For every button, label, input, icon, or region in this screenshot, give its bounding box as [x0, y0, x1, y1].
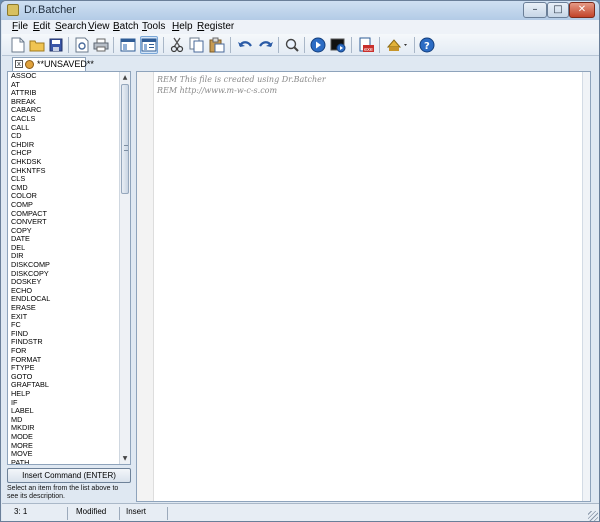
scroll-down-icon[interactable]: ▼ — [120, 453, 130, 464]
minimize-button[interactable]: – — [523, 2, 547, 18]
cursor-position: 3: 1 — [14, 507, 28, 516]
toolbar-separator — [379, 37, 380, 53]
toolbar-separator — [163, 37, 164, 53]
status-bar: 3: 1 Modified Insert — [2, 503, 599, 521]
redo-icon[interactable] — [257, 36, 275, 54]
open-folder-icon[interactable] — [28, 36, 46, 54]
run-icon[interactable] — [309, 36, 327, 54]
scroll-up-icon[interactable]: ▲ — [120, 72, 130, 83]
batch-tools-icon[interactable] — [385, 36, 411, 54]
close-icon[interactable]: x — [15, 60, 23, 68]
insert-command-button[interactable]: Insert Command (ENTER) — [7, 468, 131, 483]
cut-icon[interactable] — [168, 36, 186, 54]
find-icon[interactable] — [283, 36, 301, 54]
command-list-item[interactable]: PATH — [8, 458, 120, 464]
menu-help[interactable]: Help — [172, 21, 193, 32]
resize-grip[interactable] — [588, 511, 598, 521]
toolbar-separator — [68, 37, 69, 53]
toolbar: exe ? — [2, 34, 599, 56]
menu-register[interactable]: Register — [197, 21, 234, 32]
menu-search[interactable]: Search — [55, 21, 87, 32]
code-line[interactable]: REM This file is created using Dr.Batche… — [157, 75, 326, 84]
toolbar-separator — [304, 37, 305, 53]
command-description: Select an item from the list above to se… — [7, 485, 119, 500]
convert-exe-icon[interactable]: exe — [357, 36, 375, 54]
save-icon[interactable] — [47, 36, 65, 54]
menu-batch[interactable]: Batch — [113, 21, 139, 32]
svg-text:?: ? — [424, 41, 430, 52]
print-icon[interactable] — [92, 36, 110, 54]
menu-file[interactable]: File — [12, 21, 28, 32]
command-list-item[interactable]: DEL — [8, 243, 120, 253]
code-editor[interactable]: REM This file is created using Dr.Batche… — [136, 71, 591, 502]
menu-view[interactable]: View — [88, 21, 110, 32]
toolbar-separator — [230, 37, 231, 53]
view-normal-icon[interactable] — [119, 36, 137, 54]
run-console-icon[interactable] — [329, 36, 347, 54]
command-list-item[interactable]: EXIT — [8, 312, 120, 322]
command-list-item[interactable]: CALL — [8, 123, 120, 133]
title-bar[interactable]: Dr.Batcher – □ ✕ — [1, 1, 599, 20]
app-icon — [7, 4, 19, 16]
app-window: Dr.Batcher – □ ✕ File Edit Search View B… — [0, 0, 600, 522]
document-tabs: x **UNSAVED** — [2, 57, 599, 71]
maximize-button[interactable]: □ — [547, 2, 569, 18]
code-line[interactable]: REM http://www.m-w-c-s.com — [157, 86, 277, 95]
menu-bar: File Edit Search View Batch Tools Help R… — [2, 20, 599, 34]
close-button[interactable]: ✕ — [569, 2, 595, 18]
command-list[interactable]: ASSOC AT ATTRIB BREAK CABARC CACLS CALL CD CHDIR… — [8, 72, 120, 464]
modified-status: Modified — [76, 507, 107, 516]
copy-icon[interactable] — [188, 36, 206, 54]
toolbar-separator — [351, 37, 352, 53]
command-list-item[interactable]: LABEL — [8, 407, 120, 416]
toolbar-separator — [278, 37, 279, 53]
menu-edit[interactable]: Edit — [33, 21, 50, 32]
document-icon — [25, 60, 34, 69]
paste-icon[interactable] — [208, 36, 226, 54]
window-title: Dr.Batcher — [24, 4, 76, 16]
view-split-icon[interactable] — [140, 36, 158, 54]
editor-scrollbar[interactable] — [582, 72, 590, 501]
toolbar-separator — [113, 37, 114, 53]
help-icon[interactable]: ? — [418, 36, 436, 54]
command-list-scrollbar[interactable]: ▲ ▼ — [119, 72, 130, 464]
toolbar-separator — [414, 37, 415, 53]
tab-unsaved[interactable]: x **UNSAVED** — [12, 57, 94, 71]
undo-icon[interactable] — [236, 36, 254, 54]
print-preview-icon[interactable] — [73, 36, 91, 54]
insert-mode-status: Insert — [126, 507, 147, 516]
menu-tools[interactable]: Tools — [142, 21, 165, 32]
command-list-item[interactable]: HELP — [8, 389, 120, 399]
svg-text:exe: exe — [364, 47, 373, 53]
editor-gutter — [137, 72, 154, 501]
scroll-thumb[interactable] — [121, 84, 129, 194]
tab-label: **UNSAVED** — [37, 59, 94, 69]
command-list-item[interactable]: ASSOC — [8, 72, 120, 81]
command-list-panel: ASSOC AT ATTRIB BREAK CABARC CACLS CALL CD CHDIR… — [7, 71, 131, 465]
new-file-icon[interactable] — [9, 36, 27, 54]
